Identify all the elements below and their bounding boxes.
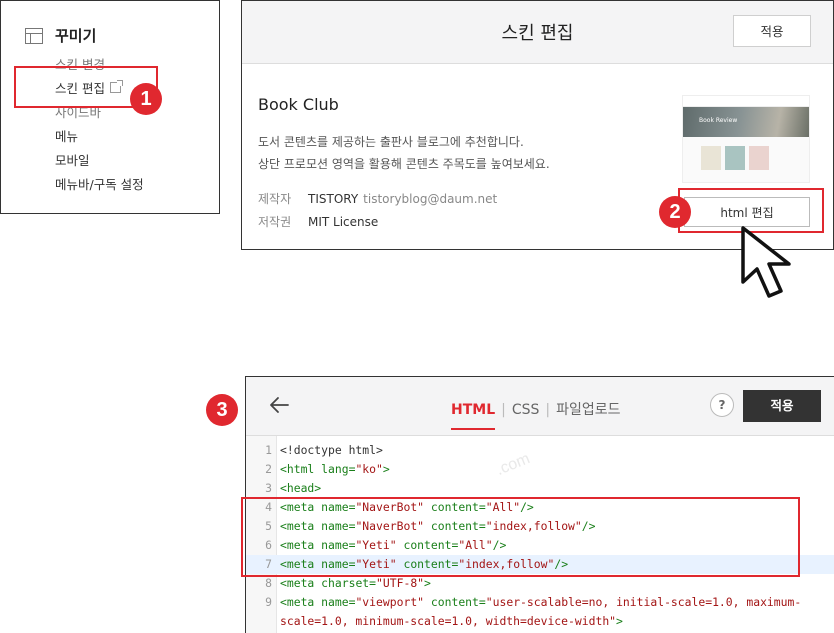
code-token: <html (280, 462, 322, 476)
sidebar-item-menubar[interactable]: 메뉴바/구독 설정 (55, 173, 144, 197)
code-token: "ko" (355, 462, 383, 476)
skin-name: Book Club (258, 95, 339, 114)
code-text: <html lang="ko"> (280, 460, 390, 479)
license-value: MIT License (308, 215, 379, 229)
back-arrow-icon[interactable] (268, 395, 290, 415)
tab-file-upload[interactable]: 파일업로드 (556, 402, 620, 418)
sidebar-item-label: 메뉴 (55, 129, 79, 144)
code-line: 2 <html lang="ko"> (246, 460, 834, 479)
mouse-cursor-icon (741, 226, 791, 298)
skin-description: 도서 콘텐츠를 제공하는 출판사 블로그에 추천합니다. 상단 프로모션 영역을… (258, 131, 550, 175)
code-text: <meta name="viewport" content="user-scal… (280, 593, 801, 612)
description-line: 도서 콘텐츠를 제공하는 출판사 블로그에 추천합니다. (258, 135, 524, 149)
step-marker-1: 1 (130, 83, 162, 115)
code-line: 9 <meta name="viewport" content="user-sca… (246, 593, 834, 612)
editor-toolbar: HTML | CSS | 파일업로드 ? 적용 (246, 377, 834, 436)
code-token: "viewport" (355, 595, 425, 609)
layout-icon (25, 27, 43, 44)
thumbnail-card (749, 146, 769, 170)
code-line: 1 <!doctype html> (246, 441, 834, 460)
author-email: tistoryblog@daum.net (363, 192, 498, 206)
code-token: scale=1.0, minimum-scale=1.0, width=devi… (280, 614, 617, 628)
editor-apply-button[interactable]: 적용 (743, 390, 821, 422)
sidebar-header: 꾸미기 (25, 25, 96, 46)
code-token: <!doctype html> (280, 443, 383, 457)
sidebar-title: 꾸미기 (55, 27, 97, 45)
step-marker-3: 3 (206, 394, 238, 426)
editor-tabs: HTML | CSS | 파일업로드 (451, 399, 621, 430)
code-text: <head> (280, 479, 321, 498)
line-number: 1 (265, 443, 272, 457)
thumbnail-card (725, 146, 745, 170)
author-key: 제작자 (258, 192, 292, 206)
step-marker-2: 2 (659, 196, 691, 228)
tab-separator: | (501, 402, 506, 418)
code-token: <meta (280, 576, 322, 590)
author-row: 제작자 TISTORY tistoryblog@daum.net (258, 190, 497, 207)
sidebar-item-mobile[interactable]: 모바일 (55, 149, 144, 173)
code-token: content= (424, 595, 486, 609)
author-name: TISTORY (308, 192, 359, 206)
license-key: 저작권 (258, 215, 292, 229)
code-token: <meta (280, 595, 322, 609)
thumbnail-hero-text: Book Review (699, 117, 738, 124)
tab-separator: | (545, 402, 551, 418)
help-icon[interactable]: ? (710, 393, 734, 417)
code-token: charset= (321, 576, 377, 590)
description-line: 상단 프로모션 영역을 활용해 콘텐츠 주목도를 높여보세요. (258, 157, 550, 171)
thumbnail-card (701, 146, 721, 170)
code-token: > (424, 576, 431, 590)
sidebar-item-label: 모바일 (55, 153, 90, 168)
code-token: > (616, 614, 623, 628)
sidebar-item-label: 메뉴바/구독 설정 (55, 177, 144, 192)
skin-edit-topbar: 스킨 편집 적용 (242, 1, 833, 64)
thumbnail-header (683, 96, 809, 107)
code-token: "user-scalable=no, initial-scale=1.0, ma… (485, 595, 802, 609)
apply-button[interactable]: 적용 (733, 15, 811, 47)
code-text: scale=1.0, minimum-scale=1.0, width=devi… (280, 612, 623, 631)
code-token: lang= (321, 462, 356, 476)
code-token: <head> (280, 481, 322, 495)
code-line: scale=1.0, minimum-scale=1.0, width=devi… (246, 612, 834, 631)
license-row: 저작권 MIT License (258, 213, 378, 230)
sidebar-item-menu[interactable]: 메뉴 (55, 125, 144, 149)
highlight-box-meta-lines (241, 497, 800, 577)
line-number: 2 (265, 462, 272, 476)
code-token: name= (321, 595, 356, 609)
line-number: 3 (265, 481, 272, 495)
thumbnail-hero: Book Review (683, 107, 809, 137)
tab-html[interactable]: HTML (451, 402, 496, 430)
tab-css[interactable]: CSS (512, 402, 540, 418)
code-text: <!doctype html> (280, 441, 383, 460)
code-token: "UTF-8" (376, 576, 425, 590)
code-token: > (382, 462, 390, 476)
line-number: 9 (265, 595, 272, 609)
skin-thumbnail: Book Review (682, 95, 810, 183)
code-line: 3 <head> (246, 479, 834, 498)
